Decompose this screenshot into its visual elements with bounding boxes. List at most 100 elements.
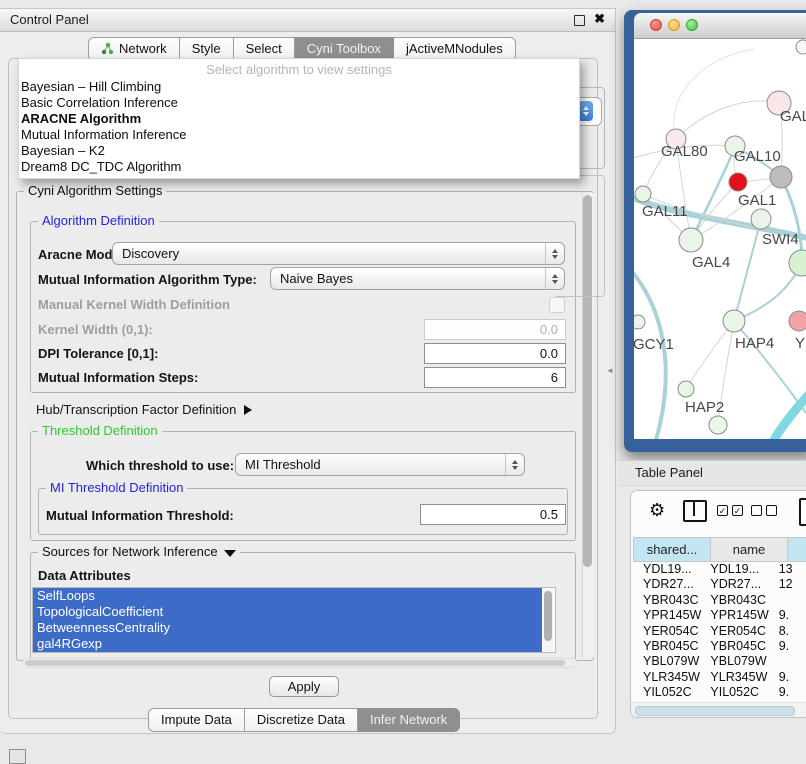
- network-node[interactable]: [789, 250, 806, 276]
- settings-horizontal-scrollbar[interactable]: [22, 658, 578, 668]
- tab-label: Discretize Data: [257, 712, 345, 727]
- network-edge[interactable]: [734, 219, 761, 321]
- minimize-window-icon[interactable]: [668, 19, 680, 31]
- table-cell: 9.: [771, 639, 806, 654]
- node-label-gal11: GAL11: [642, 203, 688, 220]
- select-all-checks-icon[interactable]: ✓✓: [717, 505, 743, 516]
- algorithm-option-aracne-algorithm[interactable]: ARACNE Algorithm: [19, 111, 579, 127]
- table-hscrollbar-thumb[interactable]: [635, 706, 795, 716]
- data-attributes-label: Data Attributes: [38, 568, 131, 583]
- zoom-window-icon[interactable]: [686, 19, 698, 31]
- attribute-item-selfloops[interactable]: SelfLoops: [33, 588, 542, 604]
- node-label-gal10: GAL10: [734, 148, 781, 165]
- mi-steps-input[interactable]: 6: [424, 367, 566, 388]
- table-row[interactable]: YIL052CYIL052C9.: [633, 685, 806, 698]
- collapsed-arrow-icon[interactable]: [244, 405, 252, 415]
- split-columns-icon[interactable]: [683, 500, 707, 522]
- tab-infer-network[interactable]: Infer Network: [358, 708, 460, 732]
- kernel-width-value: 0.0: [540, 322, 558, 337]
- table-row[interactable]: YBR045CYBR045C9.: [633, 639, 806, 654]
- network-node[interactable]: [796, 40, 806, 54]
- network-edge[interactable]: [634, 269, 666, 439]
- network-node[interactable]: [678, 381, 694, 397]
- network-node[interactable]: [709, 416, 727, 434]
- mi-steps-label: Mutual Information Steps:: [38, 370, 198, 385]
- gear-icon[interactable]: ⚙: [649, 500, 665, 520]
- manual-kernel-width-checkbox[interactable]: [549, 297, 565, 313]
- algorithm-option-dream8-dc-tdc-algorithm[interactable]: Dream8 DC_TDC Algorithm: [19, 159, 579, 175]
- network-edge[interactable]: [676, 101, 779, 139]
- deselect-all-checks-icon[interactable]: ✓✓: [751, 505, 777, 516]
- mi-algorithm-type-select[interactable]: Naive Bayes: [270, 267, 565, 290]
- network-graph[interactable]: GALGAL80GAL10GAL1GAL11SWI4GAL4GCY1HAP4YH…: [634, 39, 806, 439]
- network-node[interactable]: [679, 228, 703, 252]
- tab-discretize-data[interactable]: Discretize Data: [245, 708, 358, 732]
- network-node[interactable]: [729, 173, 747, 191]
- network-node[interactable]: [770, 166, 792, 188]
- network-node[interactable]: [635, 186, 651, 202]
- network-canvas[interactable]: GALGAL80GAL10GAL1GAL11SWI4GAL4GCY1HAP4YH…: [634, 39, 806, 439]
- close-window-icon[interactable]: [650, 19, 662, 31]
- table-horizontal-scrollbar[interactable]: [631, 702, 806, 717]
- table-cell: 8.: [771, 624, 806, 639]
- network-node[interactable]: [789, 311, 806, 331]
- network-node[interactable]: [751, 209, 771, 229]
- data-attributes-list[interactable]: SelfLoopsTopologicalCoefficientBetweenne…: [32, 587, 556, 653]
- table-row[interactable]: YDL19...YDL19...13: [633, 562, 806, 577]
- network-icon: [101, 42, 114, 55]
- hub-definition-toggle[interactable]: Hub/Transcription Factor Definition: [36, 402, 252, 417]
- kernel-width-input[interactable]: 0.0: [424, 319, 566, 340]
- table-row[interactable]: YBL079WYBL079W: [633, 654, 806, 669]
- panel-resize-handle[interactable]: ◄: [606, 366, 614, 375]
- which-threshold-select[interactable]: MI Threshold: [235, 453, 525, 476]
- mi-threshold-label: Mutual Information Threshold:: [46, 508, 234, 523]
- aracne-mode-select[interactable]: Discovery: [112, 242, 565, 265]
- column-header-name[interactable]: name: [711, 537, 788, 562]
- attribute-item-gal4rgexp[interactable]: gal4RGexp: [33, 636, 542, 652]
- table-row[interactable]: YDR27...YDR27...12: [633, 577, 806, 592]
- table-cell: YER054C: [702, 624, 770, 639]
- column-header-shared-[interactable]: shared...: [633, 537, 711, 562]
- network-node[interactable]: [634, 315, 645, 329]
- node-label-gcy1: GCY1: [634, 336, 674, 353]
- table-cell: YER054C: [633, 624, 702, 639]
- node-label-gal1: GAL1: [738, 192, 776, 209]
- algorithm-option-bayesian-k2[interactable]: Bayesian – K2: [19, 143, 579, 159]
- network-window-titlebar[interactable]: [634, 13, 806, 39]
- column-header-cut[interactable]: [788, 537, 806, 562]
- expanded-arrow-icon[interactable]: [224, 550, 236, 557]
- attribute-item-topologicalcoefficient[interactable]: TopologicalCoefficient: [33, 604, 542, 620]
- table-cell: YDR27...: [702, 577, 770, 592]
- mi-threshold-input[interactable]: 0.5: [420, 504, 566, 525]
- tab-label: Cyni Toolbox: [307, 41, 381, 56]
- network-edge[interactable]: [674, 49, 754, 139]
- cyni-settings-title: Cyni Algorithm Settings: [24, 183, 166, 198]
- table-row[interactable]: YPR145WYPR145W9.: [633, 608, 806, 623]
- settings-hscrollbar-thumb[interactable]: [25, 660, 565, 666]
- algorithm-option-bayesian-hill-climbing[interactable]: Bayesian – Hill Climbing: [19, 79, 579, 95]
- dpi-tolerance-input[interactable]: 0.0: [424, 343, 566, 364]
- new-table-icon[interactable]: [799, 498, 806, 526]
- apply-button[interactable]: Apply: [269, 676, 339, 697]
- network-edge[interactable]: [691, 147, 735, 240]
- control-panel-titlebar[interactable]: Control Panel ✖: [0, 9, 615, 32]
- aracne-mode-value: Discovery: [122, 246, 179, 261]
- network-node[interactable]: [723, 310, 745, 332]
- table-cell: 9.: [771, 685, 806, 698]
- table-row[interactable]: YLR345WYLR345W9.: [633, 670, 806, 685]
- algorithm-option-basic-correlation-inference[interactable]: Basic Correlation Inference: [19, 95, 579, 111]
- table-cell: [771, 654, 806, 669]
- network-edge[interactable]: [774, 391, 806, 439]
- float-panel-icon[interactable]: [574, 15, 585, 26]
- algorithm-option-mutual-information-inference[interactable]: Mutual Information Inference: [19, 127, 579, 143]
- close-panel-icon[interactable]: ✖: [594, 11, 605, 27]
- table-row[interactable]: YER054CYER054C8.: [633, 624, 806, 639]
- which-threshold-label: Which threshold to use:: [86, 458, 234, 473]
- attribute-item-betweennesscentrality[interactable]: BetweennessCentrality: [33, 620, 542, 636]
- combo-stepper-icon[interactable]: [578, 101, 593, 121]
- table-row[interactable]: YBR043CYBR043C: [633, 593, 806, 608]
- tab-impute-data[interactable]: Impute Data: [148, 708, 245, 732]
- attributes-scrollbar-thumb[interactable]: [544, 591, 552, 641]
- network-edge[interactable]: [686, 321, 734, 389]
- mi-algorithm-type-label: Mutual Information Algorithm Type:: [38, 272, 257, 287]
